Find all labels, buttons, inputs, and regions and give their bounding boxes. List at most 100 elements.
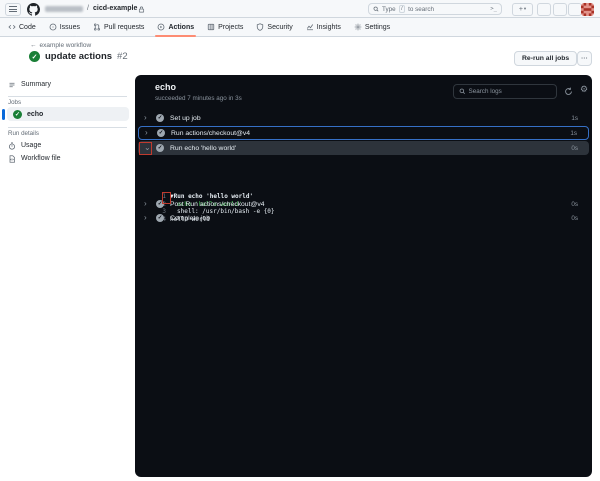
chevron-right-icon[interactable]: › — [144, 200, 154, 208]
step-success-check-icon: ✓ — [156, 144, 164, 152]
step-success-check-icon: ✓ — [157, 129, 165, 137]
inbox-icon-button[interactable] — [568, 2, 582, 16]
sidebar-divider — [8, 96, 127, 97]
tab-label: Issues — [59, 23, 80, 31]
annotation-box-log-arrow — [162, 192, 171, 204]
pull-requests-icon-button[interactable] — [553, 2, 567, 16]
sidebar-item-summary[interactable]: Summary — [8, 78, 51, 91]
pull-request-icon — [93, 23, 101, 31]
step-duration: 1s — [571, 114, 578, 122]
search-icon — [373, 6, 379, 12]
global-header: / cicd-example Type / to search >_ + ▾ — [0, 0, 600, 18]
step-duration: 1s — [570, 129, 577, 137]
user-avatar[interactable] — [581, 2, 594, 16]
lock-icon — [138, 6, 145, 13]
chevron-right-icon[interactable]: › — [144, 114, 154, 122]
tab-label: Settings — [364, 23, 391, 31]
plus-icon: + — [518, 5, 523, 13]
sidebar-job-echo-content[interactable]: ✓ echo — [13, 107, 43, 121]
job-log-panel: echo succeeded 7 minutes ago in 3s ⚙ › ✓… — [135, 75, 592, 477]
run-title-row: ✓ update actions #2 — [29, 51, 128, 62]
step-success-check-icon: ✓ — [156, 114, 164, 122]
sidebar-item-usage[interactable]: Usage — [8, 139, 41, 152]
selected-indicator-bar — [2, 108, 5, 120]
repo-name-link[interactable]: cicd-example — [93, 5, 137, 12]
global-search-box[interactable]: Type / to search >_ — [368, 3, 502, 15]
jobs-section-label: Jobs — [8, 99, 22, 106]
graph-icon — [306, 23, 314, 31]
step-row-complete-job[interactable]: › ✓ Complete job 0s — [138, 211, 589, 225]
issues-icon-button[interactable] — [537, 2, 551, 16]
slash-key-hint: / — [398, 4, 406, 14]
tab-label: Code — [19, 23, 36, 31]
tab-label: Security — [267, 23, 293, 31]
tab-actions[interactable]: Actions — [155, 18, 196, 37]
github-actions-run-page: / cicd-example Type / to search >_ + ▾ C… — [0, 0, 600, 481]
breadcrumb-label: example workflow — [39, 42, 92, 49]
log-settings-gear-button[interactable]: ⚙ — [580, 85, 588, 95]
step-duration: 0s — [571, 214, 578, 222]
stopwatch-icon — [8, 141, 16, 150]
refresh-logs-button[interactable] — [564, 87, 573, 96]
tab-security[interactable]: Security — [256, 18, 293, 37]
run-sidebar: Summary Jobs ✓ echo Run details Usage Wo… — [0, 74, 135, 481]
step-row-set-up-job[interactable]: › ✓ Set up job 1s — [138, 111, 589, 125]
rerun-all-jobs-button[interactable]: Re-run all jobs — [514, 51, 578, 66]
tab-label: Projects — [218, 23, 244, 31]
tab-code[interactable]: Code — [8, 18, 36, 37]
sidebar-item-label: Workflow file — [21, 155, 61, 162]
step-row-run-echo[interactable]: ⌄ ✓ Run echo 'hello world' 0s — [138, 141, 589, 155]
job-name-label: echo — [27, 110, 44, 118]
gear-icon — [354, 23, 362, 31]
command-palette-icon: >_ — [490, 6, 497, 12]
sidebar-item-label: Usage — [21, 142, 42, 149]
tab-label: Actions — [168, 23, 195, 31]
step-success-check-icon: ✓ — [156, 214, 164, 222]
step-label: Complete job — [170, 214, 211, 222]
search-icon — [459, 88, 466, 95]
tab-pull-requests[interactable]: Pull requests — [93, 18, 144, 37]
step-label: Run actions/checkout@v4 — [171, 129, 251, 137]
panel-job-name: echo — [155, 82, 177, 92]
chevron-right-icon[interactable]: › — [145, 129, 155, 137]
step-row-post-checkout[interactable]: › ✓ Post Run actions/checkout@v4 0s — [138, 197, 589, 211]
run-details-section-label: Run details — [8, 130, 39, 137]
tab-settings[interactable]: Settings — [354, 18, 390, 37]
step-label: Run echo 'hello world' — [170, 144, 237, 152]
chevron-right-icon[interactable]: › — [144, 214, 154, 222]
step-duration: 0s — [571, 144, 578, 152]
search-placeholder-suffix: to search — [408, 5, 435, 13]
back-arrow-icon: ← — [30, 42, 37, 49]
github-logo-icon[interactable] — [27, 2, 40, 16]
create-new-button[interactable]: + ▾ — [512, 2, 533, 16]
repo-nav: Code Issues Pull requests Actions Projec… — [0, 18, 600, 37]
tab-projects[interactable]: Projects — [207, 18, 243, 37]
shield-icon — [256, 23, 264, 31]
sidebar-item-label: Summary — [21, 81, 51, 88]
log-search-box — [453, 84, 557, 99]
tab-issues[interactable]: Issues — [49, 18, 80, 37]
step-label: Set up job — [170, 114, 201, 122]
breadcrumb-back-link[interactable]: ← example workflow — [30, 42, 91, 49]
hamburger-menu-button[interactable] — [5, 2, 21, 16]
step-duration: 0s — [571, 200, 578, 208]
step-row-checkout[interactable]: › ✓ Run actions/checkout@v4 1s — [138, 126, 589, 140]
step-label: Post Run actions/checkout@v4 — [170, 200, 265, 208]
search-placeholder-prefix: Type — [382, 5, 396, 13]
tab-label: Insights — [316, 23, 341, 31]
panel-status-line: succeeded 7 minutes ago in 3s — [155, 95, 242, 102]
summary-list-icon — [8, 81, 16, 89]
repo-owner-redacted[interactable] — [45, 6, 83, 12]
job-success-check-icon: ✓ — [13, 109, 22, 119]
play-circle-icon — [157, 23, 165, 31]
code-icon — [8, 23, 16, 31]
caret-down-icon: ▾ — [523, 6, 527, 11]
sidebar-divider — [8, 127, 127, 128]
run-success-check-icon: ✓ — [29, 51, 40, 62]
table-icon — [207, 23, 215, 31]
run-title: update actions — [45, 51, 113, 62]
sidebar-item-workflow-file[interactable]: Workflow file — [8, 152, 61, 165]
tab-insights[interactable]: Insights — [306, 18, 341, 37]
run-options-kebab-button[interactable]: ··· — [577, 51, 592, 66]
log-search-input[interactable] — [468, 88, 551, 95]
